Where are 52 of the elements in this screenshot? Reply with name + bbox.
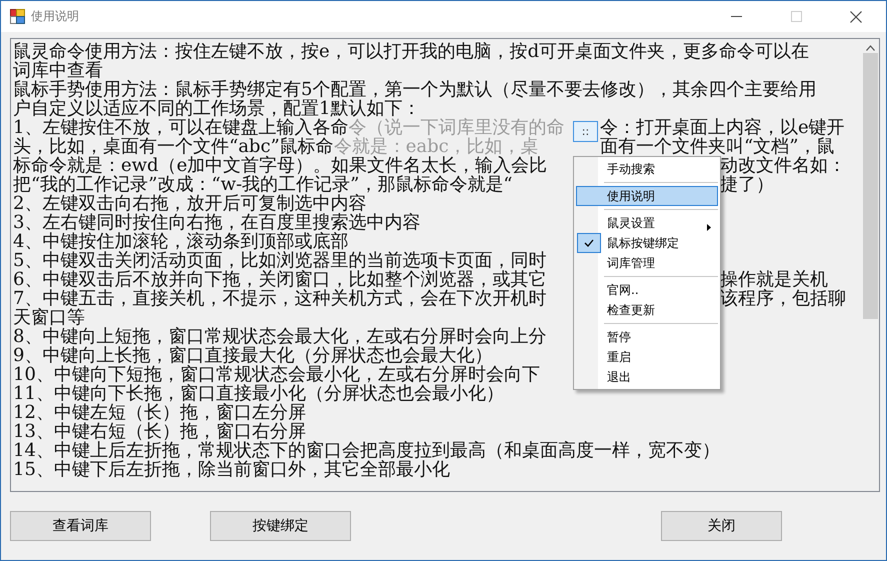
menu-item[interactable]: 鼠灵设置: [576, 213, 718, 233]
text-line: 9、中键向上长拖，窗口直接最大化（分屏状态也会最大化）: [13, 346, 492, 365]
text-line: 鼠灵命令使用方法：按住左键不放，按e，可以打开我的电脑，按d可开桌面文件夹，更多命令可以在: [13, 42, 810, 61]
menu-item[interactable]: 退出: [576, 367, 718, 387]
menu-item[interactable]: 检查更新: [576, 300, 718, 320]
text-line: 5、中键双击关闭活动页面，比如浏览器里的当前选项卡页面，同时: [13, 251, 546, 270]
scroll-up-icon[interactable]: [866, 45, 875, 51]
handle-button[interactable]: ::: [573, 121, 598, 142]
window-title: 使用说明: [31, 8, 79, 25]
app-icon: [10, 9, 25, 24]
text-line: 动改文件名如：: [720, 156, 847, 175]
text-line: 头，比如，桌面有一个文件“abc”鼠标命: [13, 137, 334, 156]
text-line: 12、中键左短（长）拖，窗口左分屏: [13, 403, 306, 422]
text-line: 2、左键双击向右拖，放开后可复制选中内容: [13, 194, 366, 213]
text-line: 8、中键向上短拖，窗口常规状态会最大化，左或右分屏时会向上分: [13, 327, 546, 346]
text-line: 7、中键五击，直接关机，不提示，这种关机方式，会在下次开机时: [13, 289, 546, 308]
dialog-button[interactable]: 查看词库: [10, 511, 151, 541]
text-line: 10、中键向下短拖，窗口常规状态会最小化，左或右分屏时会向下: [13, 365, 540, 384]
menu-item[interactable]: 手动搜索: [576, 159, 718, 179]
text-line: 捷了）: [720, 175, 775, 194]
menu-item[interactable]: 暂停: [576, 327, 718, 347]
menu-item[interactable]: 鼠标按键绑定: [576, 233, 718, 253]
text-line: 户自定义以适应不同的工作场景，配置1默认如下：: [13, 99, 420, 118]
text-line: 15、中键下后左折拖，除当前窗口外，其它全部最小化: [13, 460, 450, 479]
menu-item[interactable]: 重启: [576, 347, 718, 367]
maximize-icon: [790, 11, 802, 22]
text-line: 1、左键按住不放，可以在键盘上输入各命: [13, 118, 348, 137]
text-line: 天窗口等: [13, 308, 85, 327]
text-line: 标命令就是：ewd（e加中文首字母）。如果文件名太长，输入会比: [13, 156, 548, 175]
text-line: 13、中键右短（长）拖，窗口右分屏: [13, 422, 306, 441]
text-line: 令（说一下词库里没有的命: [348, 118, 564, 137]
text-line: 鼠标手势使用方法：鼠标手势绑定有5个配置，第一个为默认（尽量不要去修改），其余四个主要给用: [13, 80, 816, 99]
minimize-icon[interactable]: [730, 16, 742, 17]
menu-item[interactable]: 使用说明: [576, 186, 718, 206]
menu-item[interactable]: 词库管理: [576, 253, 718, 273]
close-icon[interactable]: [850, 10, 862, 22]
scrollbar-thumb[interactable]: [863, 53, 878, 319]
text-line: 该程序，包括聊: [720, 289, 847, 308]
text-line: 14、中键上后左折拖，常规状态下的窗口会把高度拉到最高（和桌面高度一样，宽不变）: [13, 441, 720, 460]
dialog-button[interactable]: 关闭: [661, 511, 782, 541]
text-line: 3、左右键同时按住向右拖，在百度里搜索选中内容: [13, 213, 420, 232]
text-line: 把“我的工作记录”改成：“w-我的工作记录”，那鼠标命令就是“: [13, 175, 512, 194]
text-line: 词库中查看: [13, 61, 103, 80]
text-line: 11、中键向下长拖，窗口直接最小化（分屏状态也会最小化）: [13, 384, 504, 403]
text-line: 令就是：eabc，比如，桌: [334, 137, 539, 156]
text-line: 令：打开桌面上内容，以e键开: [600, 118, 846, 137]
text-line: 6、中键双击后不放并向下拖，关闭窗口，比如整个浏览器，或其它: [13, 270, 546, 289]
text-line: 面有一个文件夹叫“文档”，鼠: [600, 137, 836, 156]
menu-item[interactable]: 官网..: [576, 280, 718, 300]
dialog-button[interactable]: 按键绑定: [210, 511, 351, 541]
text-line: 4、中键按住加滚轮，滚动条到顶部或底部: [13, 232, 348, 251]
text-line: 操作就是关机: [720, 270, 828, 289]
